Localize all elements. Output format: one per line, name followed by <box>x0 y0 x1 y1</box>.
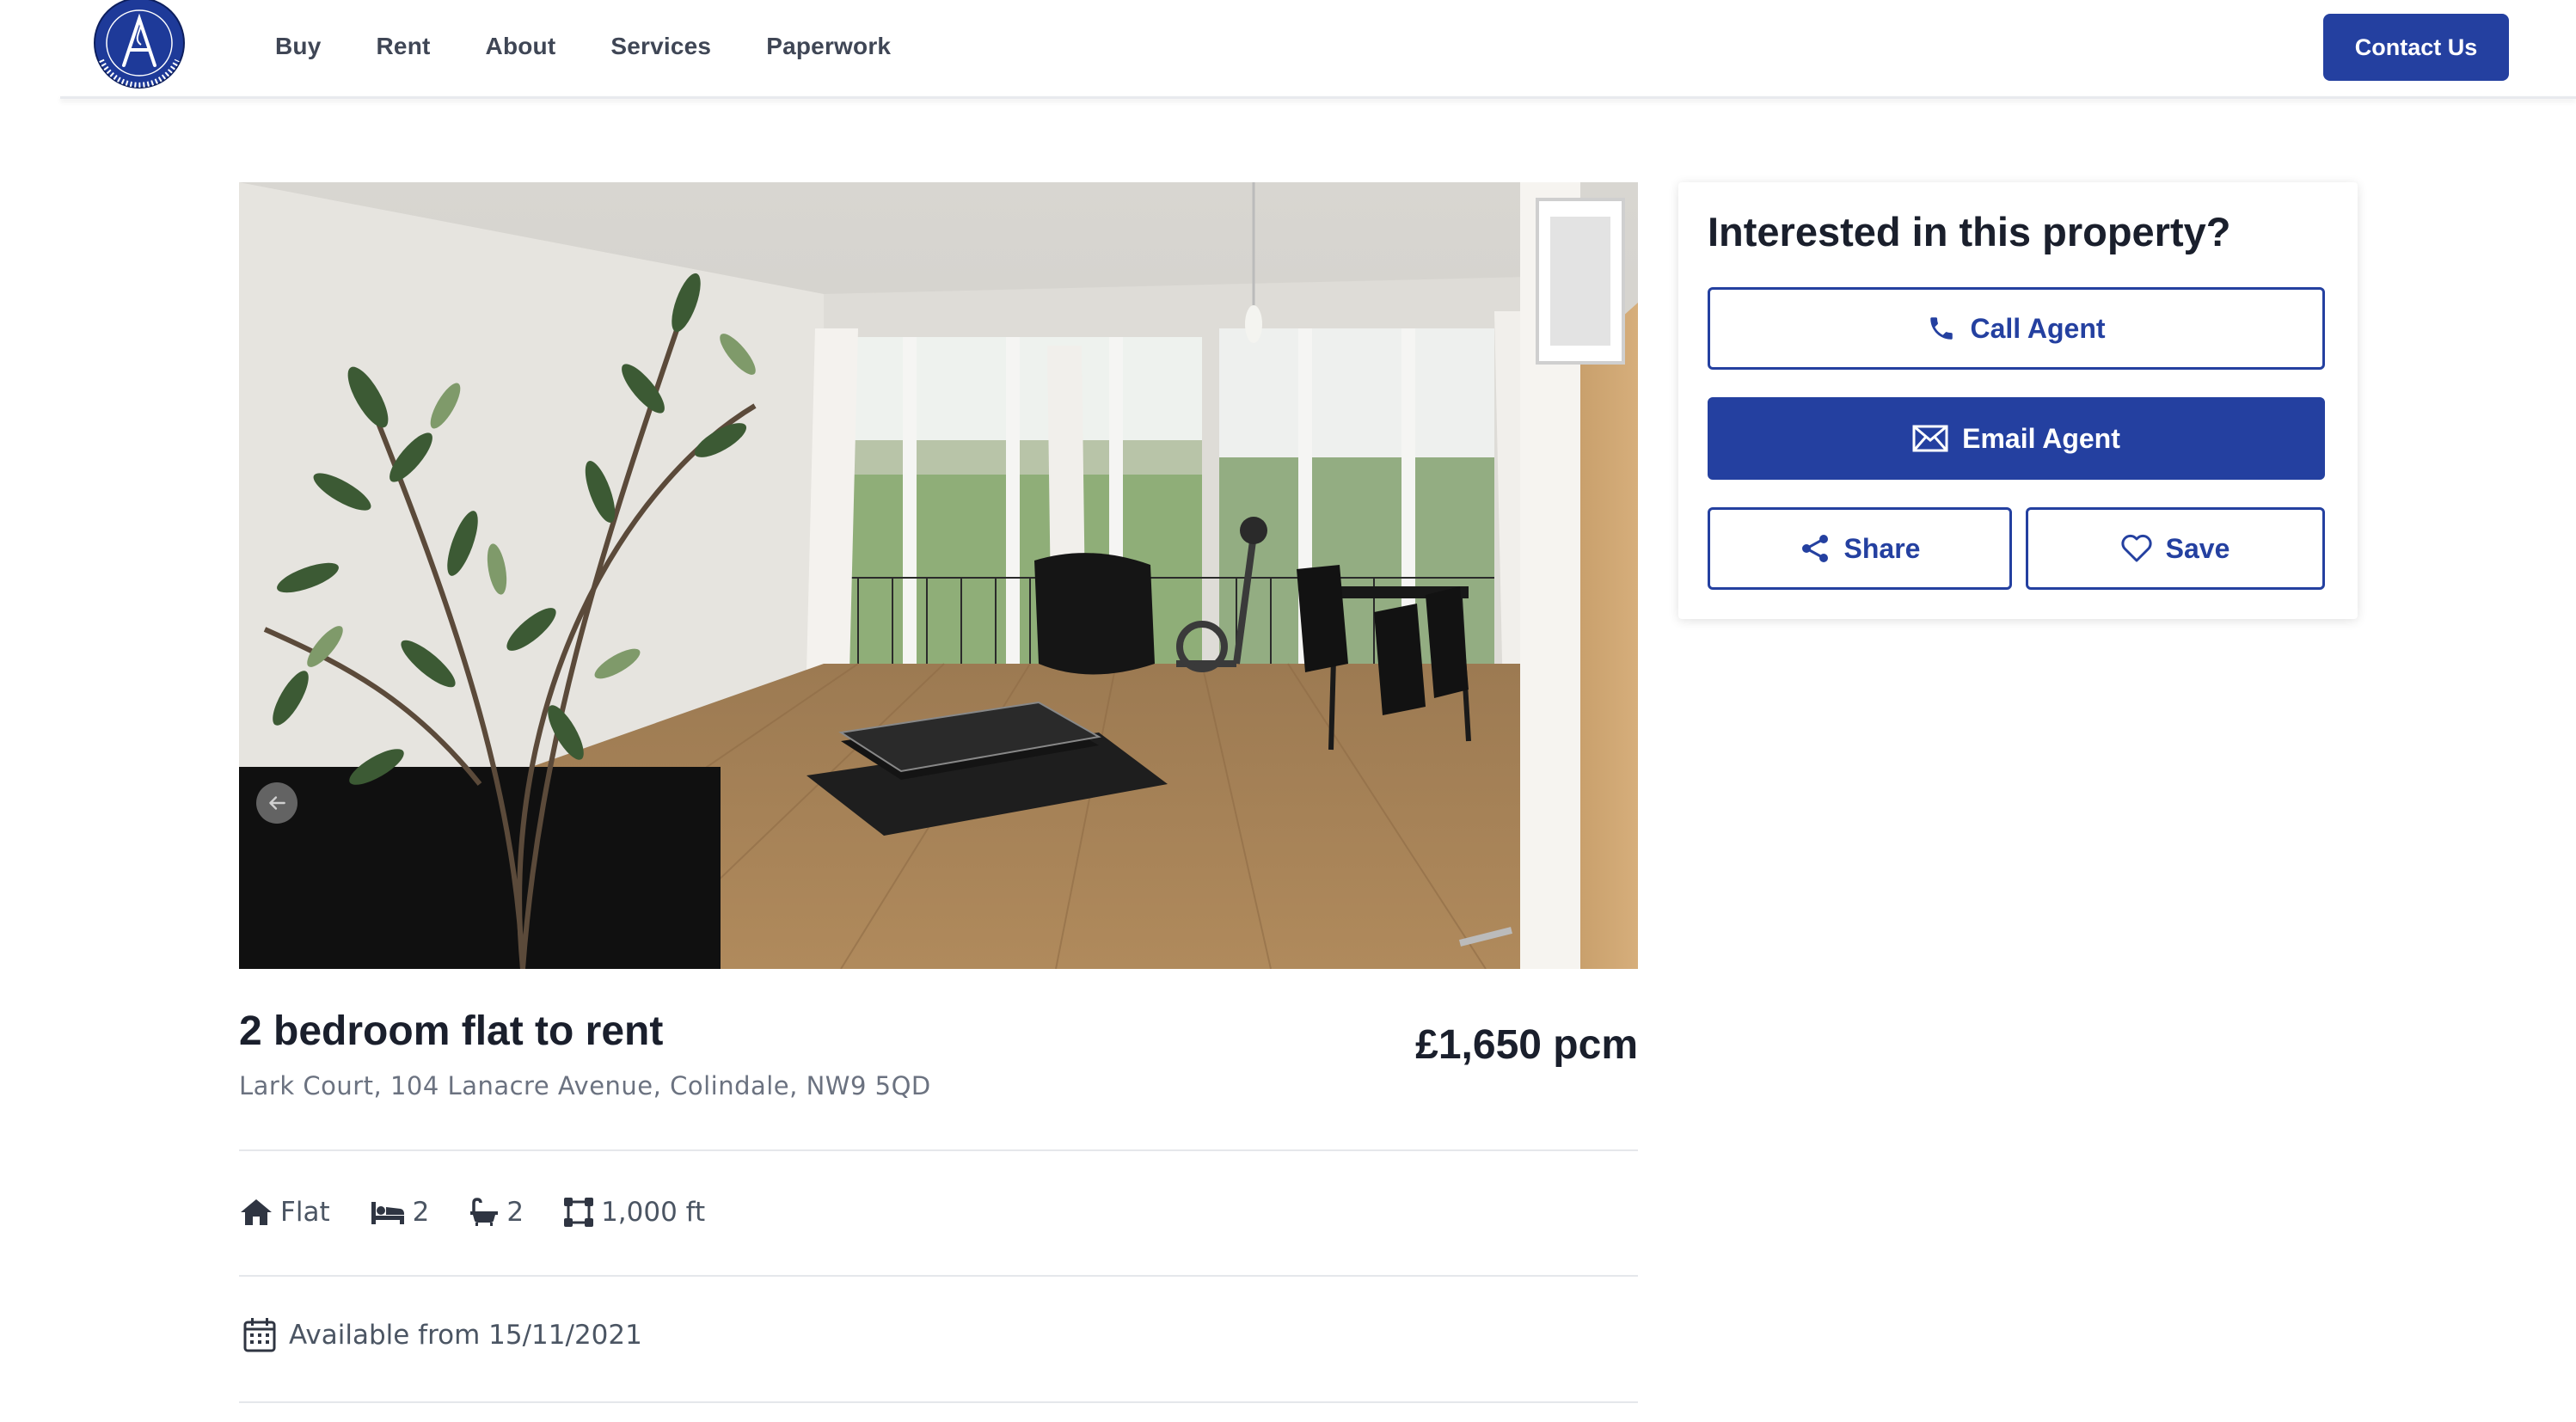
nav-about[interactable]: About <box>486 33 556 60</box>
site-header: Buy Rent About Services Paperwork Contac… <box>0 0 2576 98</box>
feature-bathrooms-value: 2 <box>506 1197 524 1228</box>
calendar-icon <box>243 1318 276 1352</box>
nav-services[interactable]: Services <box>610 33 711 60</box>
save-label: Save <box>2165 532 2230 564</box>
save-button[interactable]: Save <box>2026 507 2325 590</box>
feature-area: 1,000 ft <box>563 1197 705 1228</box>
nav-buy[interactable]: Buy <box>275 33 322 60</box>
main-nav: Buy Rent About Services Paperwork <box>275 33 946 60</box>
feature-bedrooms-value: 2 <box>412 1197 430 1228</box>
share-label: Share <box>1843 532 1921 564</box>
enquiry-title: Interested in this property? <box>1708 209 2231 254</box>
share-icon <box>1801 535 1828 562</box>
area-icon <box>564 1198 594 1227</box>
enquiry-card: Interested in this property? Call Agent … <box>1678 182 2358 619</box>
gallery-prev-button[interactable] <box>256 782 297 824</box>
property-photo <box>239 182 1638 969</box>
company-logo[interactable] <box>86 0 193 89</box>
home-icon <box>241 1199 272 1225</box>
nav-paperwork[interactable]: Paperwork <box>766 33 891 60</box>
listing-title: 2 bedroom flat to rent <box>239 1008 664 1054</box>
feature-type: Flat <box>239 1197 330 1228</box>
call-agent-button[interactable]: Call Agent <box>1708 287 2325 370</box>
listing-address: Lark Court, 104 Lanacre Avenue, Colindal… <box>239 1071 931 1100</box>
feature-bedrooms: 2 <box>370 1197 430 1228</box>
section-divider <box>239 1275 1638 1277</box>
feature-type-value: Flat <box>280 1197 330 1228</box>
contact-us-button[interactable]: Contact Us <box>2323 14 2509 81</box>
availability: Available from 15/11/2021 <box>242 1317 642 1353</box>
heart-icon <box>2121 534 2152 562</box>
listing-price: £1,650 pcm <box>1415 1022 1638 1068</box>
email-agent-label: Email Agent <box>1962 422 2120 454</box>
bed-icon <box>371 1202 404 1224</box>
availability-text: Available from 15/11/2021 <box>289 1320 642 1351</box>
property-gallery[interactable] <box>239 182 1638 969</box>
section-divider <box>239 1401 1638 1403</box>
bath-icon <box>470 1198 499 1226</box>
header-divider <box>60 96 2576 99</box>
feature-bathrooms: 2 <box>469 1197 524 1228</box>
phone-icon <box>1930 317 1953 340</box>
share-button[interactable]: Share <box>1708 507 2012 590</box>
nav-rent[interactable]: Rent <box>377 33 431 60</box>
call-agent-label: Call Agent <box>1970 312 2106 344</box>
envelope-icon <box>1912 425 1948 452</box>
arrow-left-icon <box>269 796 285 810</box>
section-divider <box>239 1149 1638 1151</box>
property-features: Flat 2 2 1,000 ft <box>239 1192 745 1233</box>
feature-area-value: 1,000 ft <box>601 1197 706 1228</box>
email-agent-button[interactable]: Email Agent <box>1708 397 2325 480</box>
